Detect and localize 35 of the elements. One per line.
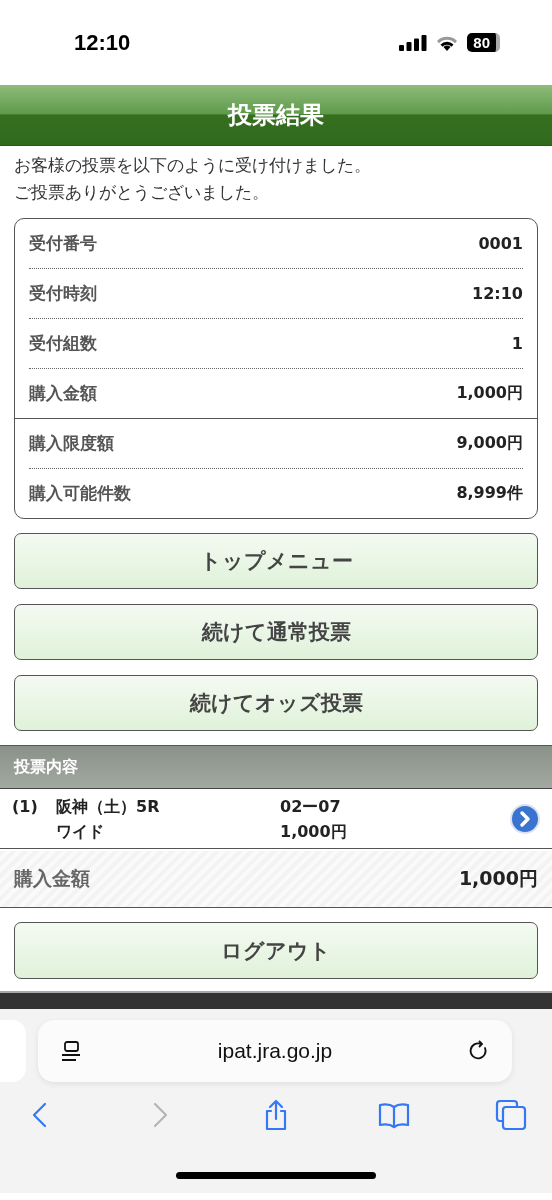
menu-button[interactable]: 続けてオッズ投票 xyxy=(14,675,538,731)
bet-number: (1) xyxy=(12,797,39,816)
signal-icon xyxy=(399,34,428,51)
summary-label: 購入金額 xyxy=(29,382,97,405)
total-value: 1,000円 xyxy=(458,866,538,891)
summary-value: 0001 xyxy=(478,234,523,253)
page-header: 投票結果 xyxy=(0,85,552,146)
message-text: お客様の投票を以下のように受け付けました。 xyxy=(14,154,372,177)
address-bar[interactable]: ipat.jra.go.jp xyxy=(38,1020,512,1082)
summary-value: 8,999件 xyxy=(456,483,523,504)
summary-value: 9,000円 xyxy=(456,433,523,454)
status-time: 12:10 xyxy=(74,29,131,56)
summary-label: 購入可能件数 xyxy=(29,482,131,505)
summary-value: 1 xyxy=(511,334,523,353)
logout-button[interactable]: ログアウト xyxy=(14,922,538,979)
summary-label: 受付組数 xyxy=(29,332,97,355)
summary-label: 購入限度額 xyxy=(29,432,114,455)
battery-indicator: 80 xyxy=(467,33,500,52)
bet-amount: 1,000円 xyxy=(280,820,348,843)
section-header: 投票内容 xyxy=(0,745,552,789)
message-text: ご投票ありがとうございました。 xyxy=(14,181,270,204)
reader-icon[interactable] xyxy=(60,1040,82,1062)
summary-label: 受付時刻 xyxy=(29,282,97,305)
tabs-icon[interactable] xyxy=(494,1098,528,1132)
summary-value: 1,000円 xyxy=(456,383,523,404)
menu-button[interactable]: トップメニュー xyxy=(14,533,538,589)
menu-button[interactable]: 続けて通常投票 xyxy=(14,604,538,660)
summary-label: 受付番号 xyxy=(29,232,97,255)
race-name: 阪神（土）5R xyxy=(56,795,161,818)
bet-type: ワイド xyxy=(56,820,105,843)
summary-value: 12:10 xyxy=(472,284,523,303)
total-label: 購入金額 xyxy=(14,866,90,891)
bet-combination: 02ー07 xyxy=(280,795,342,818)
chevron-icon[interactable] xyxy=(510,803,540,834)
wifi-icon xyxy=(435,34,460,51)
